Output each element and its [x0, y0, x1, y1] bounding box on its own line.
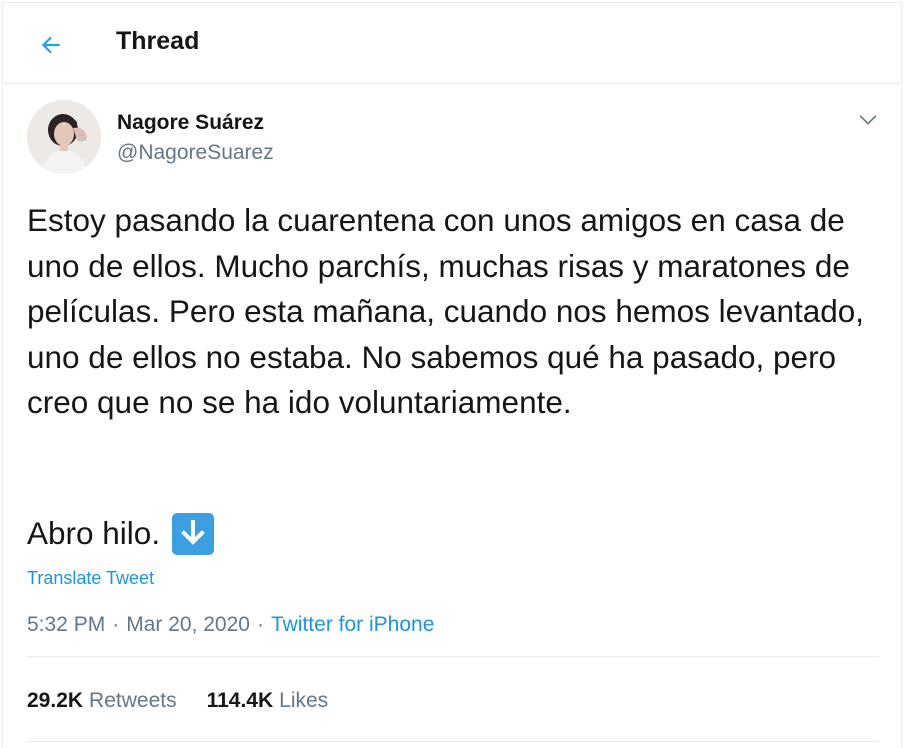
chevron-down-icon — [859, 115, 877, 125]
avatar[interactable] — [27, 100, 101, 174]
author-handle[interactable]: @NagoreSuarez — [117, 141, 274, 165]
retweets-count: 29.2K — [27, 689, 84, 712]
tweet-time[interactable]: 5:32 PM — [27, 613, 105, 637]
retweets-stat[interactable]: 29.2K Retweets — [27, 689, 177, 713]
likes-stat[interactable]: 114.4K Likes — [207, 689, 329, 713]
down-arrow-emoji-icon — [172, 512, 215, 555]
tweet-date[interactable]: Mar 20, 2020 — [126, 613, 250, 637]
tweet-menu-button[interactable] — [855, 107, 881, 133]
separator-dot: · — [256, 613, 264, 636]
tweet-source-link[interactable]: Twitter for iPhone — [271, 613, 434, 637]
translate-tweet-link[interactable]: Translate Tweet — [27, 568, 154, 589]
thread-page: Thread Nagore Suárez @NagoreSuarez Estoy… — [2, 2, 902, 748]
tweet-line2-text: Abro hilo. — [27, 515, 161, 551]
page-title: Thread — [116, 27, 200, 55]
tweet-text: Estoy pasando la cuarentena con unos ami… — [27, 202, 865, 420]
avatar-image — [27, 100, 101, 174]
likes-label: Likes — [279, 689, 329, 712]
separator-dot: · — [112, 613, 120, 636]
retweets-label: Retweets — [89, 689, 177, 712]
author-name[interactable]: Nagore Suárez — [117, 111, 264, 135]
divider — [27, 656, 879, 657]
back-button[interactable] — [31, 25, 71, 65]
tweet-text-line2: Abro hilo. — [27, 511, 215, 556]
likes-count: 114.4K — [206, 689, 274, 712]
arrow-left-icon — [41, 36, 60, 54]
tweet-stats: 29.2K Retweets 114.4K Likes — [27, 689, 358, 713]
divider — [27, 741, 879, 742]
tweet-metadata: 5:32 PM · Mar 20, 2020 · Twitter for iPh… — [27, 613, 434, 637]
thread-header: Thread — [3, 3, 901, 84]
